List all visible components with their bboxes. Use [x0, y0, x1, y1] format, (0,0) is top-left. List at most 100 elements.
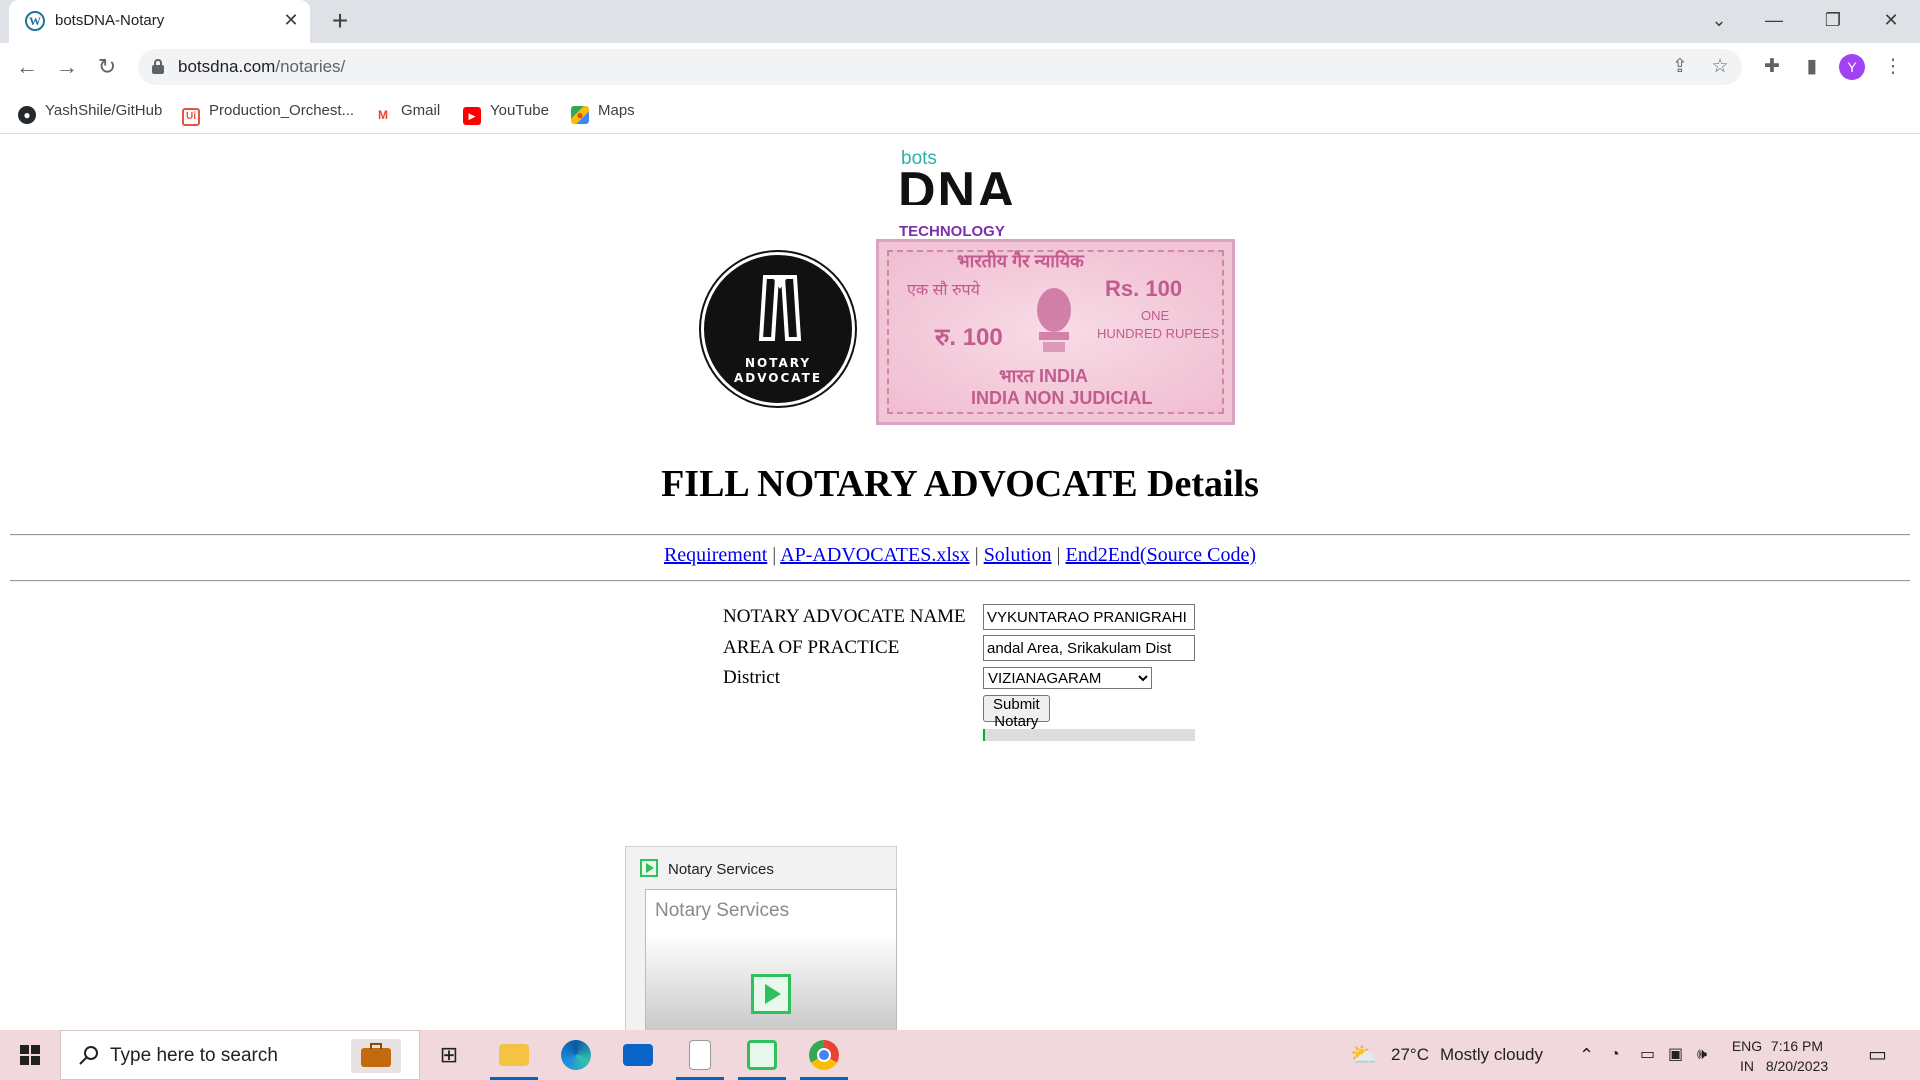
share-icon[interactable]: ⇪: [1668, 55, 1692, 79]
progress-bar: [983, 729, 1195, 741]
bookmark-label: YashShile/GitHub: [45, 102, 163, 119]
page-title: FILL NOTARY ADVOCATE Details: [661, 463, 1259, 505]
taskbar-clock[interactable]: 7:16 PM 8/20/2023: [1763, 1036, 1831, 1076]
link-ap-advocates-xlsx[interactable]: AP-ADVOCATES.xlsx: [780, 544, 969, 566]
bookmark-label: Gmail: [401, 102, 441, 119]
tab-title: botsDNA-Notary: [55, 12, 165, 29]
menu-kebab-icon[interactable]: ⋮: [1881, 55, 1905, 79]
bookmark-label: Maps: [598, 102, 635, 119]
link-separator: |: [1056, 544, 1061, 566]
taskbar-thumbnail-popup[interactable]: Notary Services Notary Services: [625, 846, 897, 1034]
advocate-bands-icon: [758, 275, 802, 341]
stamp-non-judicial: INDIA NON JUDICIAL: [971, 388, 1153, 408]
clock-date: 8/20/2023: [1765, 1058, 1829, 1074]
taskbar-search-box[interactable]: Type here to search: [60, 1030, 420, 1080]
bookmark-production[interactable]: Ui Production_Orchest...: [182, 102, 354, 126]
stamp-hindi-top: भारतीय गैर न्यायिक: [957, 251, 1084, 271]
extensions-icon[interactable]: ✚: [1760, 55, 1784, 79]
uipath-icon: Ui: [182, 108, 200, 126]
battery-icon[interactable]: ▭: [1640, 1030, 1655, 1080]
botsdna-logo: bots DNA TECHNOLOGY: [898, 148, 1023, 240]
side-panel-icon[interactable]: ▮: [1800, 55, 1824, 79]
mail-button[interactable]: [610, 1030, 666, 1080]
bookmarks-bar: ● YashShile/GitHub Ui Production_Orchest..…: [0, 90, 1920, 134]
network-icon[interactable]: ▣: [1668, 1030, 1683, 1080]
chrome-button[interactable]: [796, 1030, 852, 1080]
notary-app-large-icon: [751, 974, 791, 1014]
wordpress-icon: W: [25, 11, 45, 31]
gmail-icon: M: [378, 108, 388, 122]
bookmark-maps[interactable]: ● Maps: [571, 102, 635, 124]
url-text[interactable]: botsdna.com/notaries/: [178, 57, 345, 77]
notary-services-button[interactable]: [734, 1030, 790, 1080]
notary-name-input[interactable]: [983, 604, 1195, 630]
link-requirement[interactable]: Requirement: [664, 544, 767, 566]
preview-text: Notary Services: [655, 900, 790, 921]
national-emblem-icon: [1037, 288, 1071, 352]
bookmark-youtube[interactable]: ▶ YouTube: [463, 102, 549, 125]
maps-icon: ●: [571, 106, 589, 124]
notifications-icon[interactable]: ▭: [1868, 1030, 1887, 1080]
notary-app-icon: [640, 859, 658, 877]
bookmark-gmail[interactable]: M Gmail: [374, 102, 440, 122]
link-separator: |: [974, 544, 979, 566]
area-of-practice-input[interactable]: [983, 635, 1195, 661]
url-path: /notaries/: [275, 57, 346, 76]
github-icon: ●: [18, 106, 36, 124]
search-placeholder: Type here to search: [110, 1045, 278, 1066]
bookmark-star-icon[interactable]: ☆: [1708, 55, 1732, 79]
browser-toolbar: ← → ↻ botsdna.com/notaries/ ⇪ ☆ ✚ ▮ Y ⋮: [0, 43, 1920, 90]
submit-notary-button[interactable]: Submit Notary: [983, 695, 1050, 730]
restore-button[interactable]: ❐: [1813, 4, 1853, 36]
volume-icon[interactable]: 🕪: [1697, 1030, 1707, 1080]
edge-icon: [561, 1040, 591, 1070]
profile-avatar[interactable]: Y: [1839, 54, 1865, 80]
chevron-up-icon[interactable]: ⌃: [1579, 1030, 1594, 1080]
wifi-icon[interactable]: ◔: [1610, 1030, 1620, 1080]
tab-search-icon[interactable]: ⌄: [1699, 4, 1739, 36]
district-select[interactable]: VIZIANAGARAM: [983, 667, 1152, 689]
new-tab-button[interactable]: +: [325, 7, 355, 37]
seal-line1: NOTARY: [744, 356, 812, 370]
stamp-rs-right: Rs. 100: [1105, 276, 1183, 301]
seal-line2: ADVOCATE: [733, 371, 823, 385]
reload-icon[interactable]: ↻: [91, 51, 123, 83]
forward-icon[interactable]: →: [51, 51, 83, 83]
task-view-button[interactable]: ⊞: [421, 1030, 477, 1080]
url-domain: botsdna.com: [178, 57, 276, 76]
link-end2end-source-code[interactable]: End2End(Source Code): [1066, 544, 1257, 566]
link-solution[interactable]: Solution: [984, 544, 1052, 566]
windows-logo-icon: [20, 1045, 40, 1065]
weather-text[interactable]: Mostly cloudy: [1440, 1030, 1543, 1080]
district-label: District: [723, 667, 780, 688]
bookmark-github[interactable]: ● YashShile/GitHub: [18, 102, 163, 124]
language-indicator[interactable]: ENG IN: [1730, 1036, 1764, 1076]
windows-taskbar: Type here to search ⊞ ⛅ 27°C Mostly clou…: [0, 1030, 1920, 1080]
name-label: NOTARY ADVOCATE NAME: [723, 606, 966, 627]
logo-technology: TECHNOLOGY: [899, 223, 1005, 240]
close-tab-icon[interactable]: ✕: [280, 9, 302, 31]
document-icon: [689, 1040, 711, 1070]
notepad-button[interactable]: [672, 1030, 728, 1080]
page-content: bots DNA TECHNOLOGY NOTARY ADVOCATE भारत…: [0, 134, 1920, 1030]
stamp-hundred-rupees: HUNDRED RUPEES: [1097, 326, 1220, 341]
close-window-button[interactable]: ✕: [1871, 4, 1911, 36]
browser-tab[interactable]: W botsDNA-Notary ✕: [9, 0, 310, 43]
start-button[interactable]: [0, 1030, 60, 1080]
weather-icon[interactable]: ⛅: [1350, 1030, 1390, 1080]
minimize-button[interactable]: —: [1754, 4, 1794, 36]
weather-temp[interactable]: 27°C: [1391, 1030, 1429, 1080]
lock-icon[interactable]: [152, 59, 164, 74]
edge-button[interactable]: [548, 1030, 604, 1080]
notary-advocate-seal: NOTARY ADVOCATE: [701, 252, 855, 406]
address-bar[interactable]: botsdna.com/notaries/ ⇪ ☆: [138, 49, 1742, 85]
file-explorer-button[interactable]: [486, 1030, 542, 1080]
divider-bottom: [10, 580, 1910, 582]
clock-time: 7:16 PM: [1770, 1038, 1824, 1054]
window-preview[interactable]: Notary Services: [645, 889, 897, 1034]
search-icon: [79, 1046, 98, 1065]
bookmark-label: YouTube: [490, 102, 549, 119]
logo-dna: DNA: [898, 165, 1017, 205]
divider-top: [10, 534, 1910, 536]
back-icon[interactable]: ←: [11, 51, 43, 83]
